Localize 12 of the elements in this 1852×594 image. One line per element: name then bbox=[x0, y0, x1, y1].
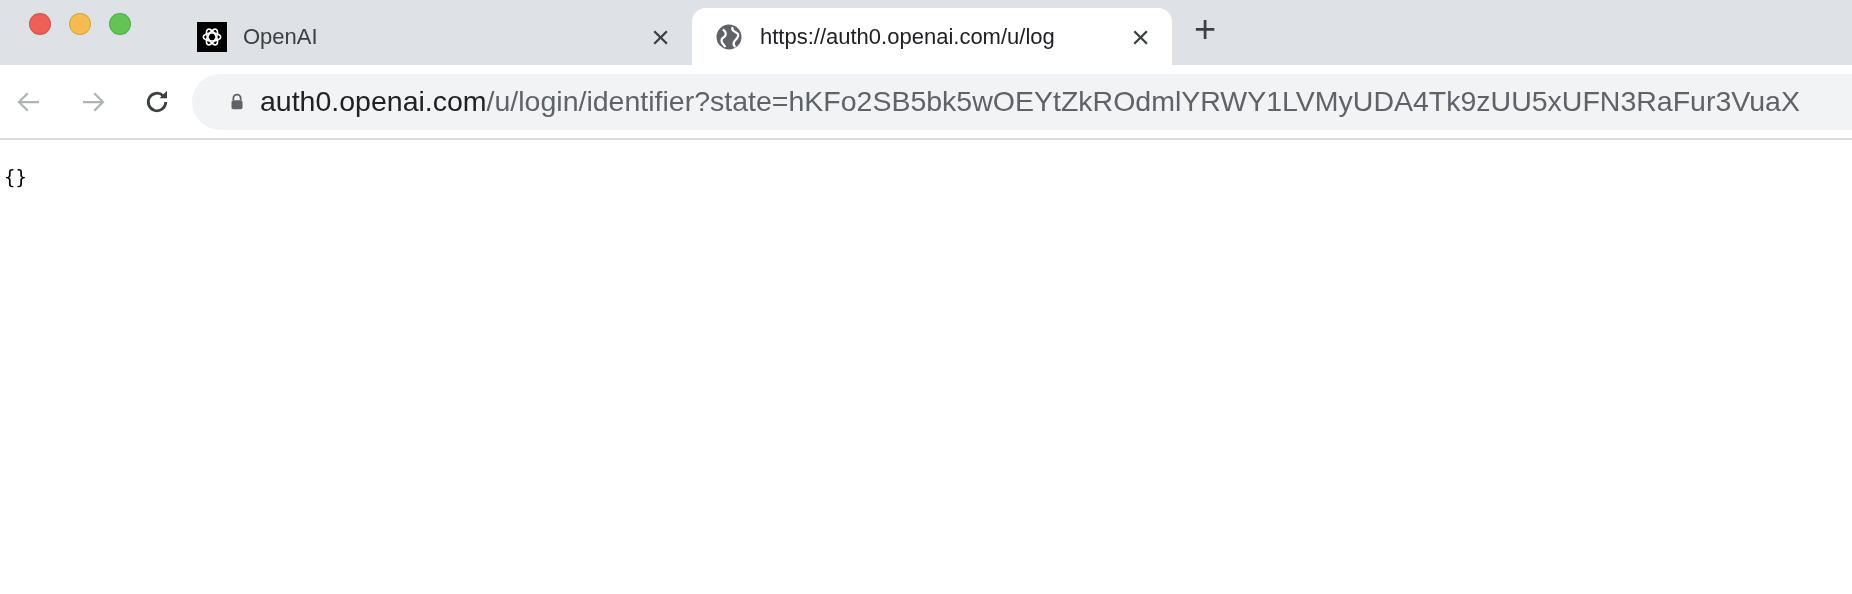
new-tab-button[interactable]: + bbox=[1194, 9, 1217, 48]
logo-icon bbox=[197, 21, 227, 52]
url-text: auth0.openai.com/u/login/identifier?state=hKFo2SB5bk5wOEYtZkROdmlYRWY1LVMyUDA4Tk9zUU5xUFN3RaFur3VuaX bbox=[260, 85, 1800, 118]
browser-tab[interactable]: https://auth0.openai.com/u/log × bbox=[692, 8, 1172, 65]
address-bar[interactable]: auth0.openai.com/u/login/identifier?state=hKFo2SB5bk5wOEYtZkROdmlYRWY1LVMyUDA4Tk9zUU5xUFN3RaFur3VuaX bbox=[192, 73, 1852, 130]
minimize-button[interactable] bbox=[69, 13, 91, 35]
close-tab-button[interactable]: × bbox=[1127, 20, 1154, 53]
browser-tab[interactable]: OpenAI × bbox=[197, 8, 692, 65]
close-button[interactable] bbox=[29, 13, 51, 35]
zoom-button[interactable] bbox=[109, 13, 131, 35]
close-tab-button[interactable]: × bbox=[647, 20, 674, 53]
page-text: {} bbox=[4, 166, 27, 188]
